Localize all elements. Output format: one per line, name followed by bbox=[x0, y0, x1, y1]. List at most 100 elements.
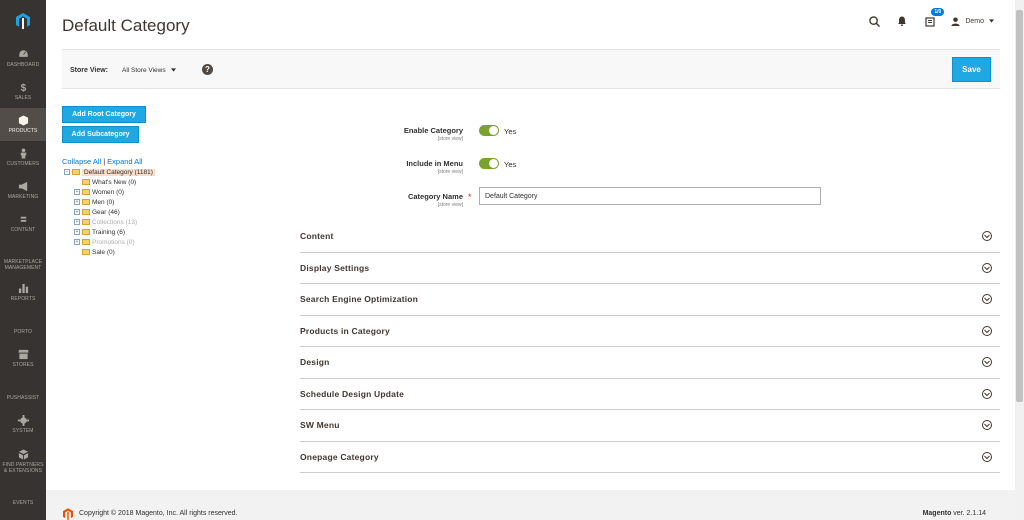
save-button[interactable]: Save bbox=[952, 57, 991, 82]
sidebar-item-content[interactable]: CONTENT bbox=[0, 207, 46, 240]
caret-down-icon bbox=[171, 68, 177, 72]
section-schedule-design-update[interactable]: Schedule Design Update bbox=[300, 379, 1000, 410]
enable-category-value: Yes bbox=[504, 127, 517, 136]
section-products-in-category[interactable]: Products in Category bbox=[300, 316, 1000, 347]
tree-node[interactable]: + Women (0) bbox=[64, 187, 155, 197]
section-title: Display Settings bbox=[300, 262, 370, 273]
tree-node-label: Collections (13) bbox=[92, 218, 138, 226]
gear-icon bbox=[17, 415, 29, 426]
page-scrollbar[interactable] bbox=[1015, 0, 1024, 520]
section-title: Onepage Category bbox=[300, 451, 379, 462]
sidebar-item-marketplace[interactable]: MARKETPLACE MANAGEMENT bbox=[0, 240, 46, 276]
sidebar-item-porto[interactable]: PORTO bbox=[0, 309, 46, 342]
help-icon[interactable]: ? bbox=[202, 64, 213, 75]
dollar-icon: $ bbox=[20, 83, 26, 93]
sidebar-item-stores[interactable]: STORES bbox=[0, 342, 46, 375]
chevron-down-icon[interactable] bbox=[982, 294, 992, 305]
tree-node-label: Women (0) bbox=[92, 188, 125, 196]
content-icon bbox=[20, 216, 26, 222]
section-title: Search Engine Optimization bbox=[300, 294, 419, 305]
expand-icon[interactable]: + bbox=[74, 219, 80, 225]
enable-category-scope: [store view] bbox=[437, 136, 463, 142]
expand-icon[interactable]: + bbox=[74, 199, 80, 205]
sidebar-item-customers[interactable]: CUSTOMERS bbox=[0, 141, 46, 174]
sidebar-item-system[interactable]: SYSTEM bbox=[0, 408, 46, 441]
tree-node[interactable]: + Training (6) bbox=[64, 227, 155, 237]
sidebar-item-reports[interactable]: REPORTS bbox=[0, 276, 46, 309]
expand-icon[interactable]: + bbox=[74, 209, 80, 215]
tree-node-root[interactable]: − Default Category (1181) bbox=[64, 167, 155, 177]
section-display-settings[interactable]: Display Settings bbox=[300, 253, 1000, 284]
tree-toggle-links: Collapse All | Expand All bbox=[62, 157, 143, 166]
section-design[interactable]: Design bbox=[300, 347, 1000, 379]
category-tree: − Default Category (1181) What's New (0) + W… bbox=[64, 167, 155, 257]
section-content[interactable]: Content bbox=[300, 221, 1000, 253]
store-icon bbox=[17, 349, 29, 360]
sidebar-item-sales[interactable]: $ SALES bbox=[0, 75, 46, 108]
tree-node-label: Default Category (1181) bbox=[82, 168, 155, 176]
folder-icon bbox=[82, 239, 90, 245]
include-in-menu-value: Yes bbox=[504, 160, 517, 169]
sidebar-item-products[interactable]: PRODUCTS bbox=[0, 108, 46, 141]
sidebar-item-dashboard[interactable]: DASHBOARD bbox=[0, 42, 46, 75]
sidebar-item-label: SALES bbox=[14, 95, 32, 101]
tree-node-label: Men (0) bbox=[92, 198, 115, 206]
expand-icon[interactable]: + bbox=[74, 189, 80, 195]
sidebar-item-partners[interactable]: FIND PARTNERS & EXTENSIONS bbox=[0, 441, 46, 481]
expand-icon[interactable]: + bbox=[74, 239, 80, 245]
notifications-cart-icon[interactable]: 1/0 bbox=[923, 8, 945, 28]
sidebar-item-label: SYSTEM bbox=[12, 428, 34, 434]
chevron-down-icon[interactable] bbox=[982, 388, 992, 399]
sidebar-item-label: MARKETPLACE MANAGEMENT bbox=[3, 258, 43, 271]
enable-category-toggle[interactable] bbox=[479, 125, 499, 136]
chevron-down-icon[interactable] bbox=[982, 231, 992, 242]
expand-icon[interactable]: + bbox=[74, 229, 80, 235]
tree-node[interactable]: + Collections (13) bbox=[64, 217, 155, 227]
category-name-input[interactable]: Default Category bbox=[479, 187, 821, 205]
expand-all-link[interactable]: Expand All bbox=[107, 157, 142, 166]
folder-icon bbox=[82, 209, 90, 215]
header-actions: 1/0 Demo bbox=[867, 8, 994, 28]
add-root-category-button[interactable]: Add Root Category bbox=[62, 106, 146, 123]
tree-node[interactable]: + Men (0) bbox=[64, 197, 155, 207]
hexagon-icon bbox=[18, 246, 29, 257]
magento-logo[interactable] bbox=[0, 0, 46, 42]
category-name-label: Category Name bbox=[407, 192, 463, 201]
collapse-icon[interactable]: − bbox=[64, 169, 70, 175]
chevron-down-icon[interactable] bbox=[982, 325, 992, 336]
chevron-down-icon[interactable] bbox=[982, 451, 992, 462]
section-search-engine-optimization[interactable]: Search Engine Optimization bbox=[300, 284, 1000, 316]
cube-icon bbox=[18, 115, 28, 126]
magento-footer-logo-icon bbox=[63, 508, 73, 520]
tree-node-label: Training (6) bbox=[92, 228, 125, 236]
search-icon[interactable] bbox=[867, 14, 881, 28]
category-name-scope: [store view] bbox=[437, 202, 463, 208]
section-sw-menu[interactable]: SW Menu bbox=[300, 410, 1000, 442]
include-in-menu-toggle[interactable] bbox=[479, 158, 499, 169]
tree-node[interactable]: What's New (0) bbox=[64, 177, 155, 187]
scrollbar-thumb[interactable] bbox=[1016, 10, 1023, 402]
tree-node[interactable]: Sale (0) bbox=[64, 247, 155, 257]
add-subcategory-button[interactable]: Add Subcategory bbox=[62, 126, 139, 143]
collapse-all-link[interactable]: Collapse All bbox=[62, 157, 101, 166]
store-view-select[interactable]: All Store Views bbox=[122, 67, 177, 74]
sidebar-item-events[interactable]: EVENTS bbox=[0, 481, 46, 512]
tree-node[interactable]: + Promotions (0) bbox=[64, 237, 155, 247]
megaphone-icon bbox=[18, 181, 27, 192]
user-icon bbox=[951, 16, 960, 26]
hexagon-icon bbox=[18, 316, 29, 327]
section-onepage-category[interactable]: Onepage Category bbox=[300, 442, 1000, 473]
caret-down-icon bbox=[989, 19, 994, 23]
sidebar-item-label: PORTO bbox=[13, 329, 33, 335]
chevron-down-icon[interactable] bbox=[982, 357, 992, 368]
sidebar-item-label: CUSTOMERS bbox=[6, 161, 40, 167]
folder-icon bbox=[82, 189, 90, 195]
chevron-down-icon[interactable] bbox=[982, 420, 992, 431]
tree-node[interactable]: + Gear (46) bbox=[64, 207, 155, 217]
sidebar-item-marketing[interactable]: MARKETING bbox=[0, 174, 46, 207]
sidebar-item-pushassist[interactable]: PUSHASSIST bbox=[0, 375, 46, 408]
folder-icon bbox=[82, 219, 90, 225]
bell-icon[interactable] bbox=[895, 14, 909, 28]
user-menu[interactable]: Demo bbox=[951, 16, 994, 26]
chevron-down-icon[interactable] bbox=[982, 262, 992, 273]
